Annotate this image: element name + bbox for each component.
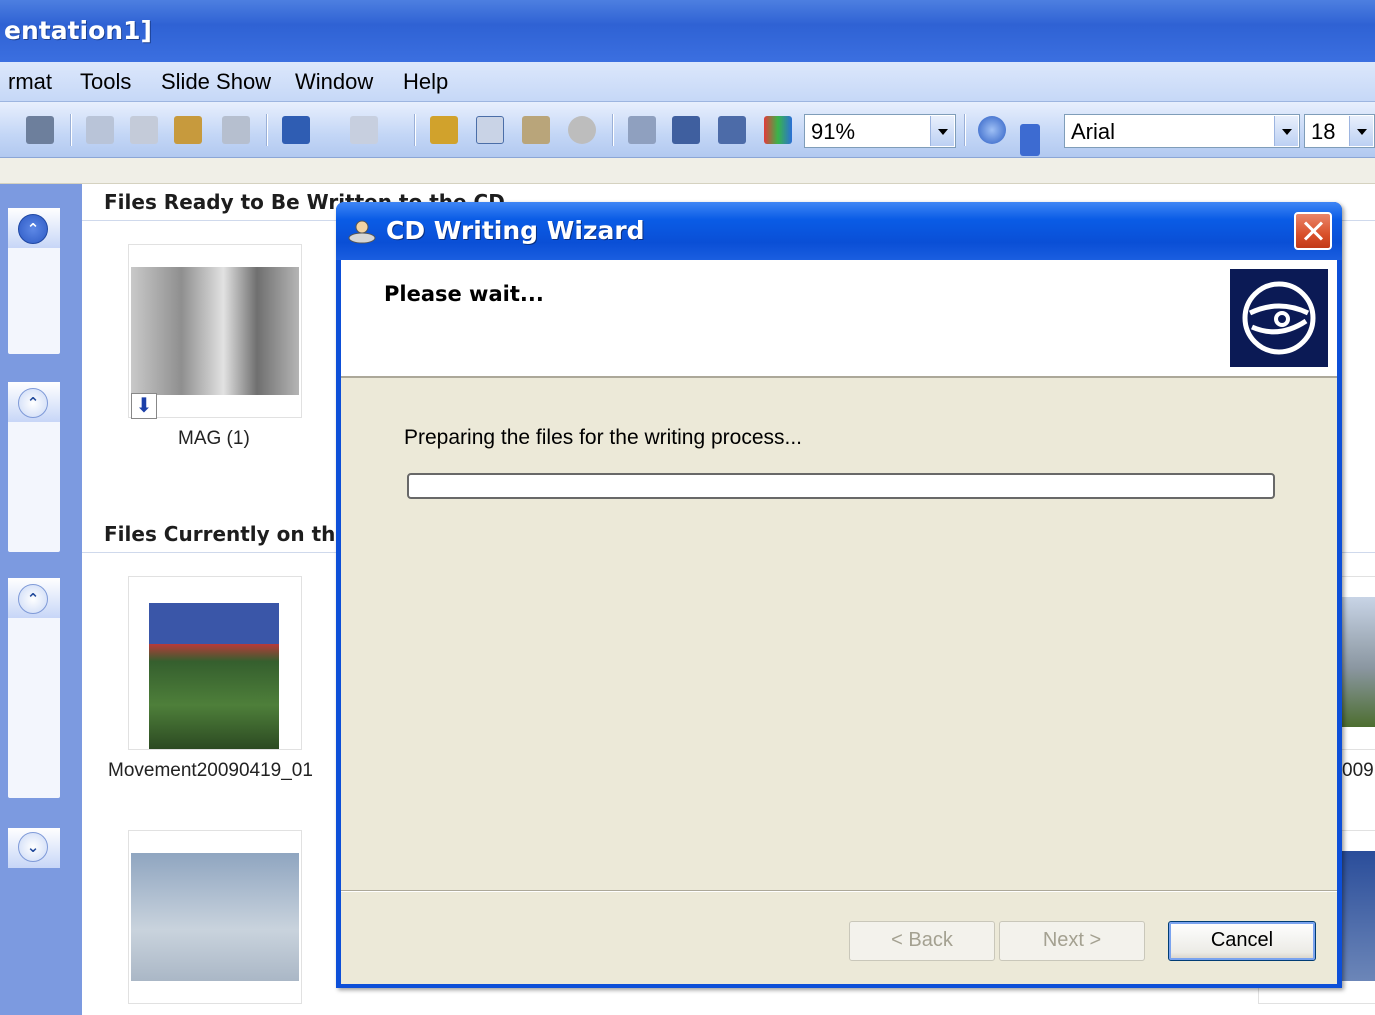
cancel-button[interactable]: Cancel [1168,921,1316,961]
file-label: 009 [1342,760,1374,781]
toolbar-options-icon[interactable] [1020,124,1040,156]
chevron-down-icon[interactable] [1274,116,1298,146]
toolbar-separator [266,114,268,146]
secondary-toolbar [0,158,1375,184]
file-thumbnail[interactable] [128,830,302,1004]
dialog-body: Please wait... Preparing the files for t… [341,260,1337,984]
back-button[interactable]: < Back [849,921,995,961]
wizard-status-text: Preparing the files for the writing proc… [404,426,803,449]
menu-window[interactable]: Window [295,69,373,95]
photo-airplane-image [131,853,299,981]
insert-chart-icon[interactable] [430,116,458,144]
menu-help[interactable]: Help [403,69,448,95]
wizard-header: Please wait... [341,260,1337,378]
collapse-icon[interactable]: ⌃ [18,214,48,244]
help-icon[interactable] [978,116,1006,144]
menu-bar: rmat Tools Slide Show Window Help [0,62,1375,102]
task-group-body [8,618,60,798]
footer-divider [341,890,1337,892]
toolbar-separator [612,114,614,146]
window-title: entation1] [4,16,152,45]
font-size-select[interactable]: 18 [1304,114,1375,148]
cd-writing-wizard-dialog: CD Writing Wizard Please wait... Prepari… [336,202,1342,988]
menu-tools[interactable]: Tools [80,69,131,95]
close-icon[interactable] [1294,212,1332,250]
dialog-titlebar[interactable]: CD Writing Wizard [336,202,1342,260]
chevron-down-icon[interactable] [930,116,954,146]
menu-format[interactable]: rmat [8,69,52,95]
font-value: Arial [1071,119,1116,144]
zoom-value: 91% [811,119,856,144]
redo-icon[interactable] [350,116,378,144]
photo-image [1339,851,1375,981]
print-preview-icon[interactable] [26,116,54,144]
copy-icon[interactable] [130,116,158,144]
window-titlebar[interactable]: entation1] [0,0,1375,62]
chevron-down-icon[interactable] [1349,116,1373,146]
collapse-icon[interactable]: ⌃ [18,584,48,614]
insert-table-icon[interactable] [476,116,504,144]
progress-bar [407,473,1275,499]
expand-all-icon[interactable] [628,116,656,144]
color-grayscale-icon[interactable] [764,116,792,144]
next-button[interactable]: Next > [999,921,1145,961]
photo-group-image [131,267,299,395]
photo-image [1339,597,1375,727]
photo-truck-image [149,603,279,749]
zoom-select[interactable]: 91% [804,114,956,148]
toolbar-separator [70,114,72,146]
collapse-icon[interactable]: ⌃ [18,388,48,418]
menu-slide-show[interactable]: Slide Show [161,69,271,95]
undo-icon[interactable] [282,116,310,144]
file-label: Movement20090419_01 [108,760,313,781]
cd-wizard-icon [348,220,376,244]
font-select[interactable]: Arial [1064,114,1300,148]
expand-icon[interactable]: ⌄ [18,832,48,862]
toolbar-separator [964,114,966,146]
task-group-body [8,248,60,354]
wizard-heading: Please wait... [384,282,544,306]
show-formatting-icon[interactable] [672,116,700,144]
paste-icon[interactable] [174,116,202,144]
standard-toolbar: 91% Arial 18 [0,102,1375,158]
task-group-body [8,422,60,552]
cut-icon[interactable] [86,116,114,144]
file-label: MAG (1) [178,428,250,449]
toolbar-separator [414,114,416,146]
task-pane: ⌃ ⌃ ⌃ ⌄ [0,184,82,1015]
download-arrow-icon: ⬇ [131,393,157,419]
show-grid-icon[interactable] [718,116,746,144]
file-thumbnail[interactable]: ⬇ [128,244,302,419]
insert-hyperlink-icon[interactable] [568,116,596,144]
file-thumbnail[interactable] [128,576,302,750]
tables-borders-icon[interactable] [522,116,550,144]
dialog-title: CD Writing Wizard [386,216,645,245]
format-painter-icon[interactable] [222,116,250,144]
font-size-value: 18 [1311,119,1336,144]
cd-disc-icon [1230,269,1328,367]
